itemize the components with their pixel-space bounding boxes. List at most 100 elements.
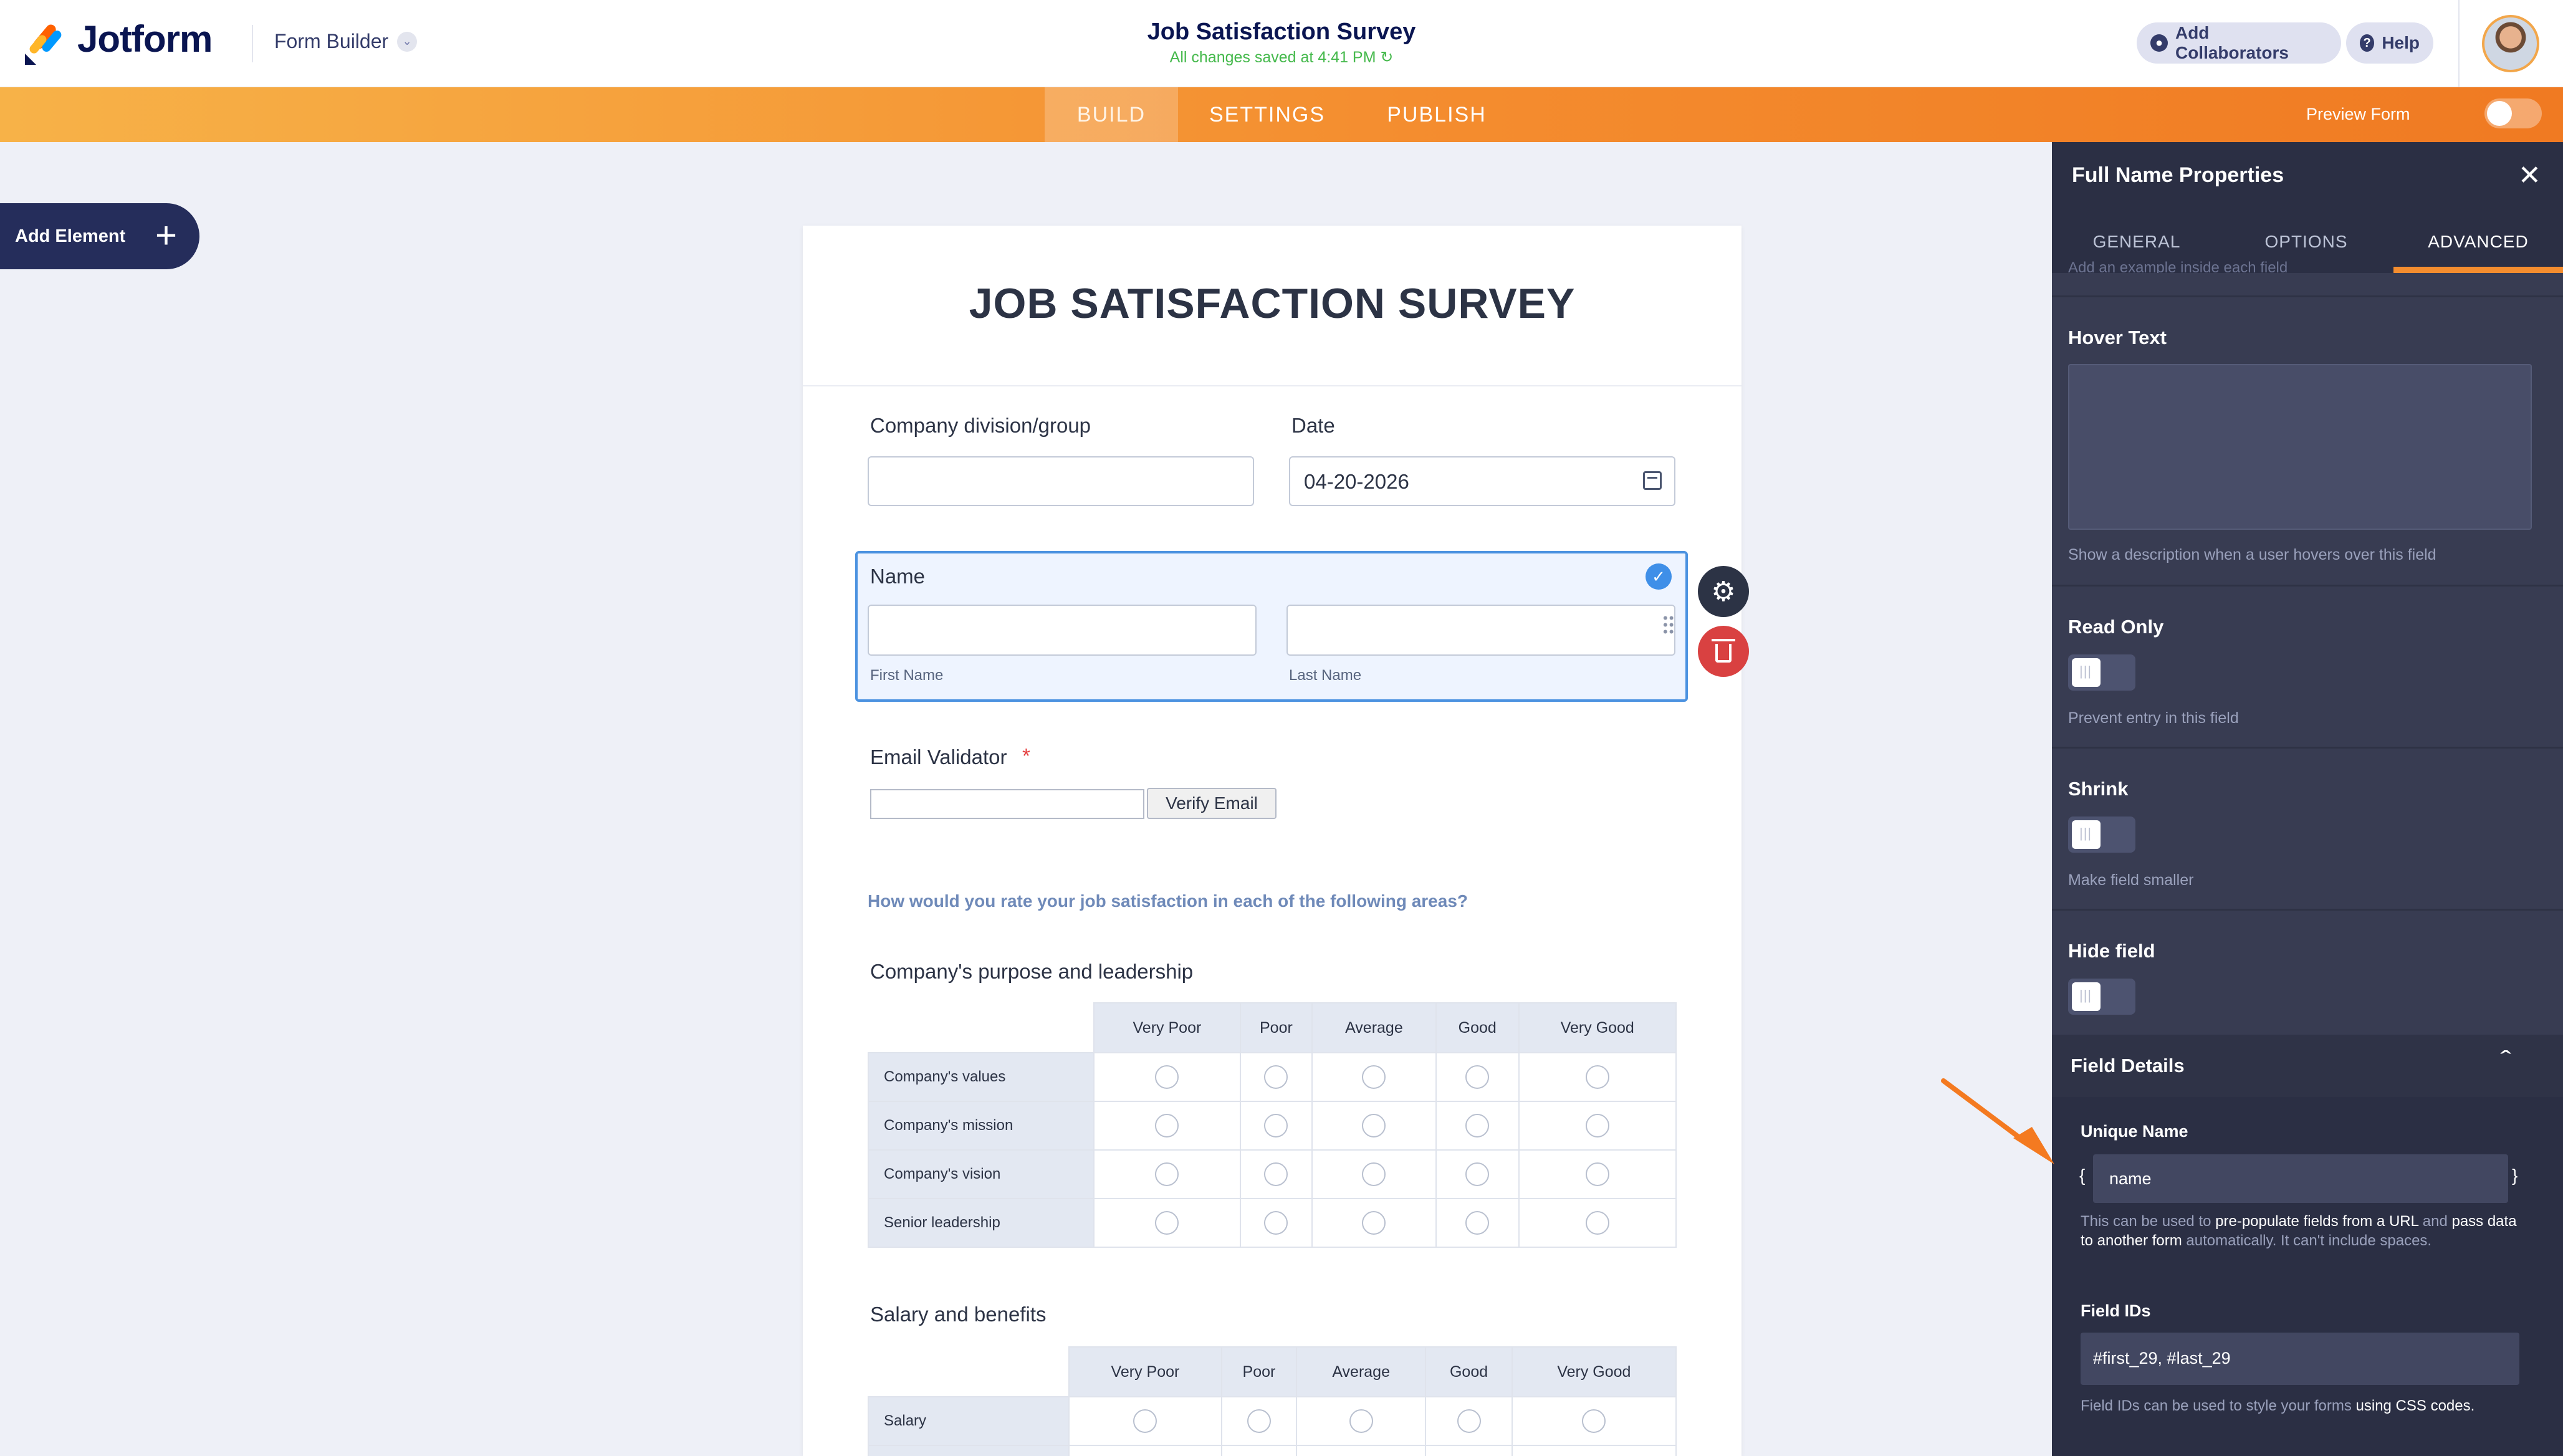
name-label: Name <box>870 565 926 588</box>
table-row: Salary <box>868 1396 1677 1446</box>
prepopulate-link[interactable]: pre-populate fields from a URL <box>2215 1213 2418 1230</box>
radio-option[interactable] <box>1585 1114 1609 1138</box>
verify-email-button[interactable]: Verify Email <box>1147 788 1277 819</box>
section-separator <box>2052 585 2563 587</box>
radio-option[interactable] <box>1585 1211 1609 1235</box>
radio-option[interactable] <box>1264 1162 1288 1186</box>
gear-icon[interactable]: ⚙ <box>1698 566 1749 617</box>
radio-option[interactable] <box>1264 1114 1288 1138</box>
css-codes-link[interactable]: using CSS codes. <box>2356 1397 2475 1414</box>
matrix-purpose-leadership: Very Poor Poor Average Good Very Good Co… <box>868 1002 1677 1248</box>
radio-option[interactable] <box>1362 1114 1386 1138</box>
radio-option[interactable] <box>1457 1409 1481 1433</box>
hide-field-toggle[interactable] <box>2068 979 2135 1015</box>
radio-option[interactable] <box>1264 1065 1288 1089</box>
add-element-button[interactable]: Add Element + <box>0 203 199 269</box>
col-very-good: Very Good <box>1511 1346 1677 1397</box>
radio-option[interactable] <box>1585 1162 1609 1186</box>
radio-option[interactable] <box>1155 1162 1179 1186</box>
trash-icon[interactable] <box>1698 626 1749 677</box>
tab-advanced[interactable]: ADVANCED <box>2393 211 2563 273</box>
form-title[interactable]: Job Satisfaction Survey <box>935 19 1628 46</box>
last-name-input[interactable] <box>1286 605 1675 656</box>
jotform-logo-icon[interactable] <box>22 21 67 66</box>
form-heading[interactable]: JOB SATISFACTION SURVEY <box>803 279 1741 328</box>
chevron-up-icon[interactable]: ˆ <box>2500 1047 2511 1074</box>
preview-form-label: Preview Form <box>2306 105 2410 123</box>
read-only-label: Read Only <box>2068 616 2164 638</box>
radio-option[interactable] <box>1133 1409 1157 1433</box>
shrink-desc: Make field smaller <box>2068 871 2194 889</box>
desc-text: Field IDs can be used to style your form… <box>2081 1397 2356 1414</box>
matrix-corner <box>868 1347 1070 1397</box>
help-label: Help <box>2382 33 2420 52</box>
header-divider <box>252 25 253 62</box>
active-tab-indicator <box>2393 267 2563 273</box>
radio-option[interactable] <box>1264 1211 1288 1235</box>
shrink-label: Shrink <box>2068 778 2129 800</box>
radio-option[interactable] <box>1465 1162 1490 1186</box>
add-collaborators-button[interactable]: ● Add Collaborators <box>2137 22 2341 64</box>
desc-text: and <box>2418 1213 2452 1230</box>
close-icon[interactable]: ✕ <box>2518 160 2541 191</box>
radio-option[interactable] <box>1155 1114 1179 1138</box>
radio-option[interactable] <box>1155 1065 1179 1089</box>
radio-option[interactable] <box>1247 1409 1271 1433</box>
email-validator-label: Email Validator <box>870 745 1007 769</box>
col-average: Average <box>1295 1346 1427 1397</box>
hover-text-textarea[interactable] <box>2068 364 2532 530</box>
radio-option[interactable] <box>1582 1409 1606 1433</box>
shrink-toggle[interactable] <box>2068 817 2135 853</box>
col-good: Good <box>1435 1002 1520 1053</box>
radio-option[interactable] <box>1349 1409 1373 1433</box>
section-separator <box>2052 909 2563 911</box>
radio-option[interactable] <box>1585 1065 1609 1089</box>
division-input[interactable] <box>868 456 1254 506</box>
radio-option[interactable] <box>1362 1162 1386 1186</box>
unique-name-input[interactable]: name <box>2093 1154 2508 1203</box>
section-separator <box>2052 295 2563 297</box>
calendar-icon[interactable] <box>1643 471 1662 490</box>
col-poor: Poor <box>1239 1002 1313 1053</box>
table-row: Senior leadership <box>868 1198 1677 1248</box>
rating-question: How would you rate your job satisfaction… <box>868 891 1468 911</box>
field-ids-label: Field IDs <box>2081 1301 2151 1320</box>
form-canvas <box>803 226 1741 1456</box>
radio-option[interactable] <box>1465 1114 1490 1138</box>
required-mark: * <box>1022 744 1030 767</box>
radio-option[interactable] <box>1362 1065 1386 1089</box>
division-label: Company division/group <box>870 414 1091 437</box>
heading-divider <box>803 385 1741 386</box>
tab-settings[interactable]: SETTINGS <box>1184 87 1350 142</box>
radio-option[interactable] <box>1465 1065 1490 1089</box>
drag-handle-icon[interactable]: •• •• •• <box>1663 611 1678 639</box>
radio-option[interactable] <box>1465 1211 1490 1235</box>
chevron-down-icon: ⌄ <box>397 31 418 52</box>
table-row <box>868 1445 1677 1456</box>
user-icon: ● <box>2150 34 2168 52</box>
radio-option[interactable] <box>1362 1211 1386 1235</box>
section-title-salary: Salary and benefits <box>870 1303 1047 1326</box>
logo-text[interactable]: Jotform <box>77 17 213 60</box>
first-name-input[interactable] <box>868 605 1257 656</box>
scrolled-off-text: Add an example inside each field <box>2068 259 2288 273</box>
email-input[interactable] <box>870 789 1144 819</box>
matrix-salary-benefits: Very Poor Poor Average Good Very Good Sa… <box>868 1346 1677 1456</box>
field-ids-desc: Field IDs can be used to style your form… <box>2081 1396 2529 1415</box>
tab-build[interactable]: BUILD <box>1045 87 1178 142</box>
read-only-toggle[interactable] <box>2068 654 2135 691</box>
row-label: Company's values <box>868 1052 1095 1102</box>
tab-publish[interactable]: PUBLISH <box>1353 87 1521 142</box>
preview-toggle-knob <box>2487 101 2512 126</box>
section-separator <box>2052 747 2563 749</box>
help-button[interactable]: ? Help <box>2346 22 2433 64</box>
date-input[interactable]: 04-20-2026 <box>1289 456 1675 506</box>
col-average: Average <box>1311 1002 1437 1053</box>
field-ids-value[interactable]: #first_29, #last_29 <box>2081 1333 2519 1385</box>
form-builder-menu[interactable]: Form Builder ⌄ <box>274 30 418 53</box>
save-status: All changes saved at 4:41 PM ↻ <box>1169 49 1394 66</box>
header-divider-right <box>2458 0 2460 87</box>
avatar[interactable] <box>2482 15 2539 72</box>
row-label: Salary <box>868 1396 1070 1446</box>
radio-option[interactable] <box>1155 1211 1179 1235</box>
